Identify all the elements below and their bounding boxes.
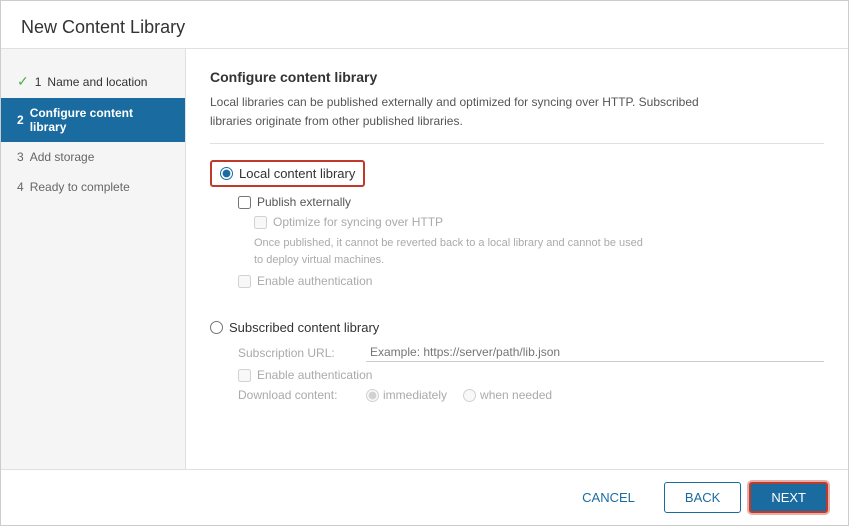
local-library-label: Local content library — [239, 166, 355, 181]
download-content-label: Download content: — [238, 388, 358, 402]
download-content-row: Download content: immediately when neede… — [238, 388, 824, 402]
dialog-body: ✓ 1 Name and location 2 Configure conten… — [1, 49, 848, 469]
publish-externally-label: Publish externally — [257, 195, 351, 209]
optimize-http-checkbox — [254, 216, 267, 229]
sidebar-step-4-label: Ready to complete — [30, 180, 130, 194]
immediately-label: immediately — [383, 388, 447, 402]
enable-auth-local-checkbox — [238, 275, 251, 288]
enable-auth-sub-option: Enable authentication — [238, 368, 824, 382]
when-needed-option: when needed — [463, 388, 552, 402]
immediately-radio — [366, 389, 379, 402]
dialog-title: New Content Library — [1, 1, 848, 49]
enable-auth-sub-label: Enable authentication — [257, 368, 372, 382]
back-button[interactable]: BACK — [664, 482, 741, 513]
when-needed-radio — [463, 389, 476, 402]
publish-externally-option[interactable]: Publish externally — [238, 195, 824, 209]
sidebar: ✓ 1 Name and location 2 Configure conten… — [1, 49, 186, 469]
dialog: New Content Library ✓ 1 Name and locatio… — [0, 0, 849, 526]
optimize-http-option: Optimize for syncing over HTTP — [254, 215, 824, 229]
sidebar-step-4[interactable]: 4 Ready to complete — [1, 172, 185, 202]
dialog-footer: CANCEL BACK NEXT — [1, 469, 848, 525]
when-needed-label: when needed — [480, 388, 552, 402]
cancel-button[interactable]: CANCEL — [561, 482, 656, 513]
sidebar-step-1-label: Name and location — [47, 75, 147, 89]
subscribed-library-radio[interactable] — [210, 321, 223, 334]
subscription-url-row: Subscription URL: — [238, 343, 824, 362]
sidebar-step-3-label: Add storage — [30, 150, 95, 164]
sidebar-step-2-label: Configure content library — [30, 106, 169, 134]
section-title: Configure content library — [210, 69, 824, 85]
download-options: immediately when needed — [366, 388, 552, 402]
section-description: Local libraries can be published externa… — [210, 93, 824, 144]
checkmark-icon: ✓ — [17, 73, 29, 90]
optimize-note: Once published, it cannot be reverted ba… — [254, 235, 824, 268]
sidebar-step-1[interactable]: ✓ 1 Name and location — [1, 65, 185, 98]
subscribed-library-label: Subscribed content library — [229, 320, 379, 335]
subscribed-library-option[interactable]: Subscribed content library — [210, 320, 824, 335]
main-content: Configure content library Local librarie… — [186, 49, 848, 469]
local-library-radio[interactable] — [220, 167, 233, 180]
enable-auth-local-option: Enable authentication — [238, 274, 824, 288]
option-group-local: Local content library Publish externally… — [210, 160, 824, 288]
subscription-url-input[interactable] — [366, 343, 824, 362]
immediately-option: immediately — [366, 388, 447, 402]
sidebar-step-2[interactable]: 2 Configure content library — [1, 98, 185, 142]
enable-auth-sub-checkbox — [238, 369, 251, 382]
optimize-http-label: Optimize for syncing over HTTP — [273, 215, 443, 229]
sidebar-step-3[interactable]: 3 Add storage — [1, 142, 185, 172]
local-library-option[interactable]: Local content library — [210, 160, 365, 187]
option-group-subscribed: Subscribed content library Subscription … — [210, 320, 824, 402]
subscription-url-label: Subscription URL: — [238, 346, 358, 360]
publish-externally-checkbox[interactable] — [238, 196, 251, 209]
next-button[interactable]: NEXT — [749, 482, 828, 513]
enable-auth-local-label: Enable authentication — [257, 274, 372, 288]
